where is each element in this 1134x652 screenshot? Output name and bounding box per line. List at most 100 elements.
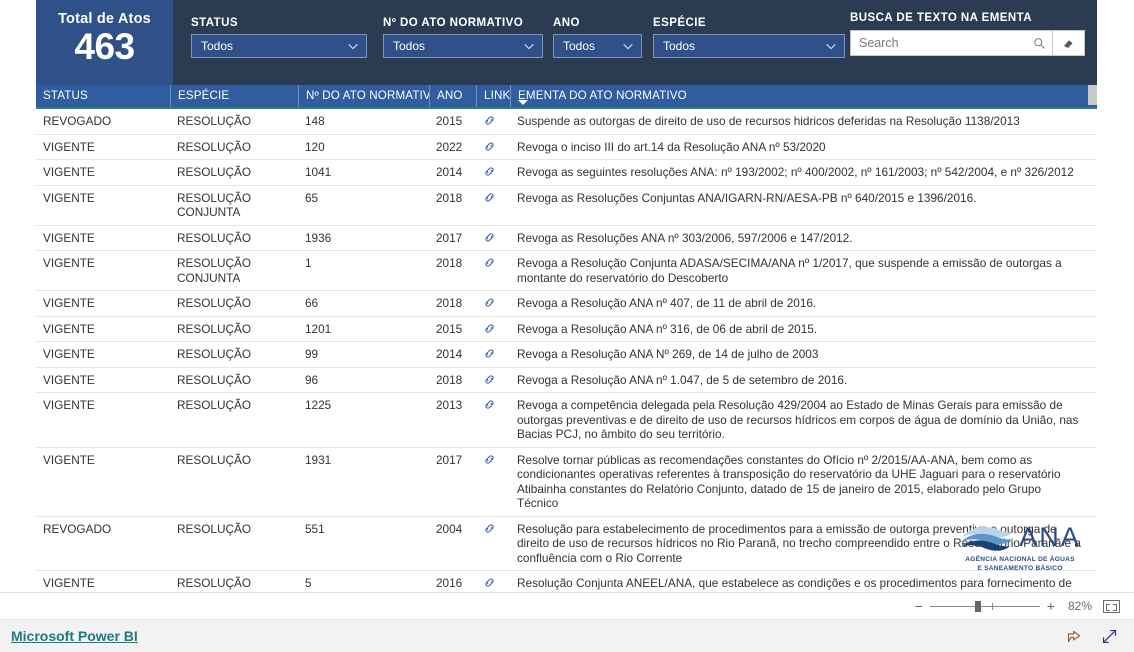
slicer-numero-ato-value: Todos xyxy=(393,39,426,53)
fullscreen-icon[interactable] xyxy=(1101,628,1118,645)
cell-link[interactable] xyxy=(476,368,510,391)
slicer-especie-label: ESPÉCIE xyxy=(653,17,707,29)
column-header-ano[interactable]: ANO xyxy=(429,85,476,107)
column-header-status[interactable]: STATUS xyxy=(36,85,170,107)
share-icon[interactable] xyxy=(1066,628,1083,645)
column-header-link[interactable]: LINK xyxy=(476,85,510,107)
table-row[interactable]: VIGENTE RESOLUÇÃO 120 2022 Revoga o inciso I… xyxy=(36,135,1097,160)
zoom-slider-thumb[interactable] xyxy=(974,600,981,612)
cell-link[interactable] xyxy=(476,342,510,365)
table-row[interactable]: VIGENTE RESOLUÇÃO CONJUNTA 65 2018 Revoga as… xyxy=(36,186,1097,226)
cell-especie: RESOLUÇÃO xyxy=(177,521,252,536)
cell-ementa: Revoga a Resolução ANA Nº 269, de 14 de … xyxy=(517,347,819,361)
cell-link[interactable] xyxy=(476,393,510,416)
chain-link-icon xyxy=(485,116,494,125)
cell-status: VIGENTE xyxy=(43,321,95,336)
cell-numero-ato: 120 xyxy=(305,139,325,154)
zoom-slider[interactable] xyxy=(929,600,1040,612)
cell-especie: RESOLUÇÃO xyxy=(177,398,252,412)
zoom-slider-tick xyxy=(991,602,993,610)
table-row[interactable]: VIGENTE RESOLUÇÃO 99 2014 Revoga a Resolução… xyxy=(36,342,1097,368)
slicer-status-label: STATUS xyxy=(191,17,238,29)
cell-numero-ato: 1225 xyxy=(305,398,332,412)
microsoft-power-bi-link[interactable]: Microsoft Power BI xyxy=(11,628,138,644)
cell-link[interactable] xyxy=(476,291,510,314)
cell-status: VIGENTE xyxy=(43,452,95,467)
cell-link[interactable] xyxy=(476,109,510,132)
cell-link[interactable] xyxy=(476,517,510,540)
chain-link-icon xyxy=(485,167,494,176)
table-row[interactable]: VIGENTE RESOLUÇÃO 66 2018 Revoga a Resolução… xyxy=(36,291,1097,317)
chain-link-icon xyxy=(485,192,494,202)
cell-link[interactable] xyxy=(476,160,510,183)
zoom-out-button[interactable]: − xyxy=(910,598,928,614)
search-placeholder: Search xyxy=(859,36,899,50)
atos-normativos-table: STATUS ESPÉCIE Nº DO ATO NORMATIVO ANO L… xyxy=(36,85,1097,626)
search-icon xyxy=(1034,37,1045,49)
report-canvas: Total de Atos 463 STATUS Todos Nº DO ATO… xyxy=(0,0,1134,626)
cell-ementa: Suspende as outorgas de direito de uso d… xyxy=(517,114,1020,128)
table-row[interactable]: VIGENTE RESOLUÇÃO 1936 2017 Revoga as Resolu… xyxy=(36,226,1097,251)
cell-status: VIGENTE xyxy=(43,372,95,387)
table-row[interactable]: VIGENTE RESOLUÇÃO 96 2018 Revoga a Resolução… xyxy=(36,368,1097,393)
cell-ementa: Resolve tornar públicas as recomendações… xyxy=(517,452,1061,511)
cell-especie: RESOLUÇÃO CONJUNTA xyxy=(177,190,252,220)
slicer-especie-dropdown[interactable]: Todos xyxy=(653,34,845,58)
cell-numero-ato: 1931 xyxy=(305,452,332,467)
slicer-numero-ato-dropdown[interactable]: Todos xyxy=(383,34,543,58)
column-header-ementa[interactable]: EMENTA DO ATO NORMATIVO xyxy=(510,85,1097,107)
cell-ano: 2015 xyxy=(436,114,463,128)
slicer-ano-dropdown[interactable]: Todos xyxy=(553,34,642,58)
cell-link[interactable] xyxy=(476,135,510,158)
cell-link[interactable] xyxy=(476,186,510,209)
cell-link[interactable] xyxy=(476,317,510,340)
chain-link-icon xyxy=(485,374,494,384)
cell-link[interactable] xyxy=(476,571,510,594)
table-row[interactable]: VIGENTE RESOLUÇÃO 1931 2017 Resolve tornar p… xyxy=(36,448,1097,517)
cell-link[interactable] xyxy=(476,448,510,471)
ana-wave-mark-icon xyxy=(961,526,1014,551)
clear-search-button[interactable] xyxy=(1053,30,1085,56)
cell-link[interactable] xyxy=(476,251,510,274)
cell-especie: RESOLUÇÃO xyxy=(177,165,252,179)
search-input[interactable]: Search xyxy=(850,30,1053,56)
chain-link-icon xyxy=(485,454,494,464)
status-bar: Microsoft Power BI xyxy=(0,619,1134,652)
column-header-ementa-label: EMENTA DO ATO NORMATIVO xyxy=(518,89,687,102)
column-header-especie[interactable]: ESPÉCIE xyxy=(170,85,298,107)
slicer-status-dropdown[interactable]: Todos xyxy=(191,34,367,58)
cell-ementa: Revoga a Resolução ANA nº 1.047, de 5 de… xyxy=(517,372,848,387)
ana-logo-subtitle: AGÊNCIA NACIONAL DE ÁGUAS E SANEAMENTO B… xyxy=(965,556,1075,573)
zoom-in-button[interactable]: + xyxy=(1042,598,1060,614)
search-slicer: BUSCA DE TEXTO NA EMENTA Search xyxy=(850,12,1085,56)
cell-status: REVOGADO xyxy=(43,521,112,536)
chevron-down-icon xyxy=(524,43,534,50)
cell-numero-ato: 148 xyxy=(305,114,325,128)
cell-ementa: Revoga a Resolução ANA nº 407, de 11 de … xyxy=(517,296,817,310)
cell-ano: 2014 xyxy=(436,165,463,179)
cell-link[interactable] xyxy=(476,226,510,249)
cell-ementa: Revoga as Resoluções Conjuntas ANA/IGARN… xyxy=(517,190,977,205)
chevron-down-icon xyxy=(826,43,836,50)
slicer-especie-value: Todos xyxy=(663,39,696,53)
cell-ementa: Revoga a Resolução ANA nº 316, de 06 de … xyxy=(517,321,818,336)
table-row[interactable]: REVOGADO RESOLUÇÃO 148 2015 Suspende as outo… xyxy=(36,109,1097,135)
column-header-numero-ato[interactable]: Nº DO ATO NORMATIVO xyxy=(298,85,429,107)
table-row[interactable]: VIGENTE RESOLUÇÃO 1041 2014 Revoga as seguin… xyxy=(36,160,1097,186)
vertical-scrollbar-thumb[interactable] xyxy=(1088,85,1097,105)
table-row[interactable]: VIGENTE RESOLUÇÃO 1225 2013 Revoga a competê… xyxy=(36,393,1097,448)
table-row[interactable]: VIGENTE RESOLUÇÃO CONJUNTA 1 2018 Revoga a R… xyxy=(36,251,1097,291)
cell-especie: RESOLUÇÃO xyxy=(177,321,252,336)
table-row[interactable]: REVOGADO RESOLUÇÃO 551 2004 Resolução para e… xyxy=(36,517,1097,571)
chain-link-icon xyxy=(485,298,494,307)
kpi-title: Total de Atos xyxy=(58,11,151,27)
chevron-down-icon xyxy=(623,43,633,50)
fit-to-page-icon[interactable] xyxy=(1103,599,1120,613)
filter-panel: Total de Atos 463 STATUS Todos Nº DO ATO… xyxy=(36,0,1097,85)
cell-numero-ato: 1 xyxy=(305,256,312,270)
cell-ano: 2017 xyxy=(436,452,463,467)
table-row[interactable]: VIGENTE RESOLUÇÃO 1201 2015 Revoga a Resoluç… xyxy=(36,317,1097,342)
cell-especie: RESOLUÇÃO xyxy=(177,372,252,387)
cell-especie: RESOLUÇÃO xyxy=(177,296,252,310)
cell-numero-ato: 551 xyxy=(305,521,325,536)
